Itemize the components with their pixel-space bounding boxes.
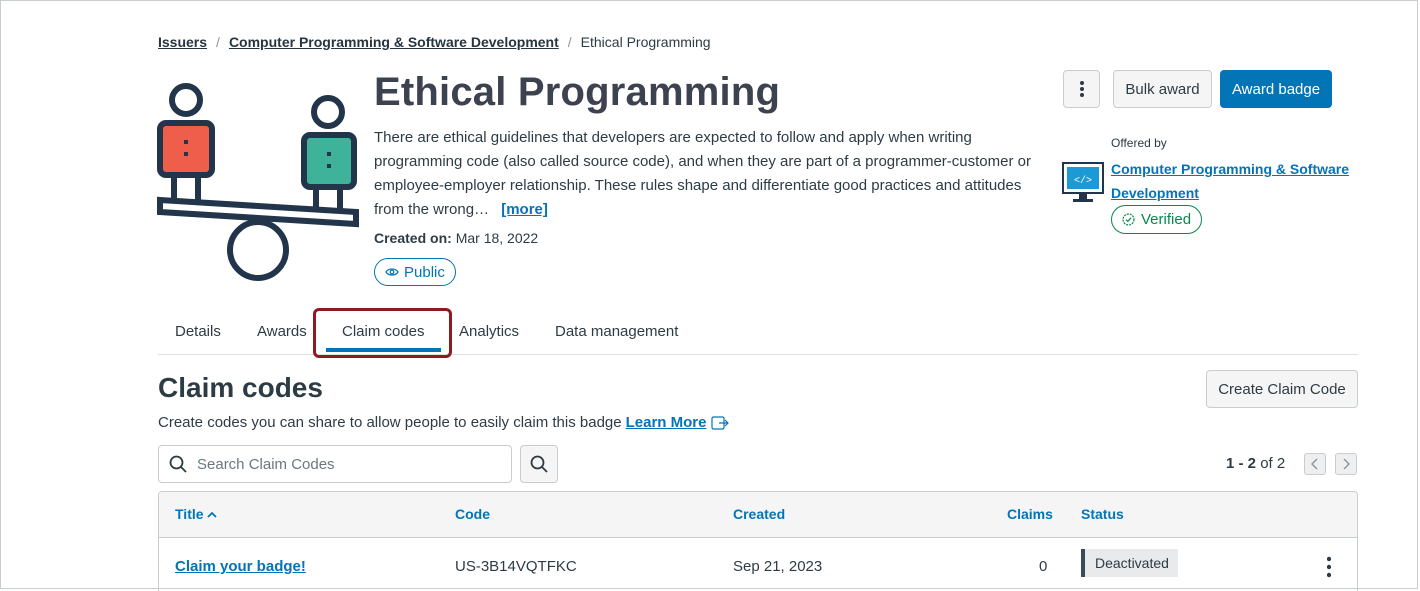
learn-more-link[interactable]: Learn More bbox=[626, 414, 707, 431]
create-claim-code-button[interactable]: Create Claim Code bbox=[1206, 370, 1358, 408]
breadcrumb-link-issuer[interactable]: Computer Programming & Software Developm… bbox=[229, 34, 559, 50]
search-button[interactable] bbox=[520, 445, 558, 483]
row-code: US-3B14VQTFKC bbox=[455, 558, 577, 575]
created-label: Created on: bbox=[374, 230, 452, 246]
more-options-button[interactable] bbox=[1063, 70, 1100, 108]
previous-page-button[interactable] bbox=[1304, 453, 1326, 475]
eye-icon bbox=[385, 268, 399, 276]
tab-highlight-box bbox=[313, 308, 452, 358]
bulk-award-button[interactable]: Bulk award bbox=[1113, 70, 1212, 108]
verified-check-icon bbox=[1122, 213, 1135, 226]
offered-by-label: Offered by bbox=[1111, 136, 1167, 150]
breadcrumb: Issuers / Computer Programming & Softwar… bbox=[158, 34, 711, 50]
row-options-button[interactable] bbox=[1319, 554, 1339, 580]
chevron-right-icon bbox=[1343, 458, 1350, 470]
breadcrumb-link-issuers[interactable]: Issuers bbox=[158, 34, 207, 50]
section-title: Claim codes bbox=[158, 372, 323, 403]
tab-analytics[interactable]: Analytics bbox=[459, 323, 519, 340]
visibility-label: Public bbox=[404, 263, 445, 281]
column-created[interactable]: Created bbox=[733, 506, 785, 522]
badge-image bbox=[157, 83, 359, 281]
pagination-total: 2 bbox=[1276, 455, 1286, 472]
search-icon bbox=[169, 455, 187, 473]
more-vertical-icon bbox=[1079, 81, 1084, 97]
issuer-link[interactable]: Computer Programming & Software Developm… bbox=[1111, 157, 1351, 205]
column-code[interactable]: Code bbox=[455, 506, 490, 522]
sort-ascending-icon bbox=[206, 511, 217, 518]
helper-text: Create codes you can share to allow peop… bbox=[158, 414, 730, 431]
external-link-icon bbox=[711, 415, 730, 430]
badge-description: There are ethical guidelines that develo… bbox=[374, 126, 1039, 222]
created-value: Mar 18, 2022 bbox=[455, 230, 539, 246]
breadcrumb-separator: / bbox=[216, 34, 220, 50]
search-input[interactable] bbox=[195, 454, 499, 474]
column-status[interactable]: Status bbox=[1081, 506, 1124, 522]
column-claims[interactable]: Claims bbox=[1007, 506, 1053, 522]
pagination-of: of bbox=[1260, 455, 1273, 472]
row-status-tag: Deactivated bbox=[1081, 549, 1178, 577]
tab-details[interactable]: Details bbox=[175, 323, 221, 340]
visibility-pill: Public bbox=[374, 258, 456, 286]
award-badge-button[interactable]: Award badge bbox=[1220, 70, 1332, 108]
helper-text-body: Create codes you can share to allow peop… bbox=[158, 414, 622, 431]
chevron-left-icon bbox=[1311, 458, 1318, 470]
row-title-link[interactable]: Claim your badge! bbox=[175, 558, 306, 575]
verified-badge: Verified bbox=[1111, 205, 1203, 234]
row-created: Sep 21, 2023 bbox=[733, 558, 823, 575]
breadcrumb-current: Ethical Programming bbox=[580, 34, 711, 50]
issuer-logo: </> bbox=[1062, 162, 1104, 202]
claim-codes-table: Title Code Created Claims Status Claim y… bbox=[158, 491, 1358, 591]
column-title[interactable]: Title bbox=[175, 506, 217, 522]
created-on: Created on: Mar 18, 2022 bbox=[374, 230, 538, 246]
pagination-range: 1 - 2 bbox=[1226, 455, 1257, 472]
search-field bbox=[158, 445, 512, 483]
next-page-button[interactable] bbox=[1335, 453, 1357, 475]
more-vertical-icon bbox=[1327, 556, 1331, 578]
badge-description-text: There are ethical guidelines that develo… bbox=[374, 129, 1031, 218]
breadcrumb-separator: / bbox=[567, 34, 572, 50]
row-claims: 0 bbox=[1039, 558, 1048, 575]
badge-title: Ethical Programming bbox=[374, 70, 781, 114]
tab-data-management[interactable]: Data management bbox=[555, 323, 678, 340]
svg-text:</>: </> bbox=[1074, 175, 1092, 187]
tab-awards[interactable]: Awards bbox=[257, 323, 307, 340]
more-link[interactable]: [more] bbox=[501, 201, 548, 218]
verified-label: Verified bbox=[1141, 211, 1192, 228]
search-icon bbox=[530, 455, 548, 473]
column-title-label: Title bbox=[175, 506, 204, 522]
pagination-summary: 1 - 2 of 2 bbox=[1226, 455, 1285, 472]
table-header: Title Code Created Claims Status bbox=[159, 492, 1357, 538]
